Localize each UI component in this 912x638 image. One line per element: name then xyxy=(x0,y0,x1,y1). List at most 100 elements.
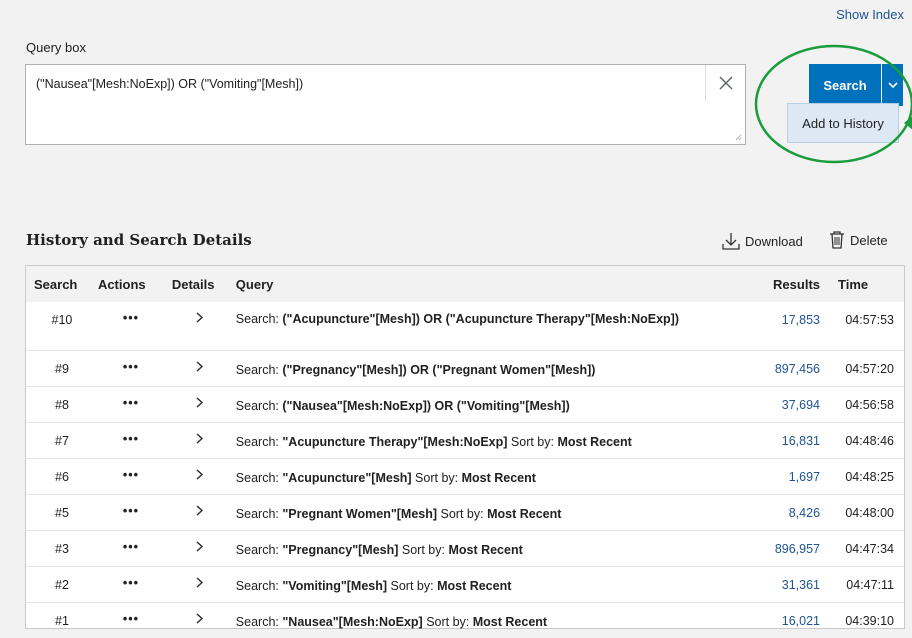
delete-button[interactable]: Delete xyxy=(829,231,888,249)
results-cell: 37,694 xyxy=(746,386,826,422)
results-count-link[interactable]: 896,957 xyxy=(775,542,820,556)
actions-menu[interactable]: ••• xyxy=(90,386,164,422)
history-title: History and Search Details xyxy=(26,231,252,249)
search-button[interactable]: Search xyxy=(809,64,881,106)
query-prefix: Search: xyxy=(235,470,283,485)
results-count-link[interactable]: 897,456 xyxy=(775,362,820,376)
actions-menu[interactable]: ••• xyxy=(90,602,164,638)
query-term: "Pregnancy"[Mesh] xyxy=(282,542,399,557)
query-cell: Search: "Pregnant Women"[Mesh] Sort by: … xyxy=(228,494,746,530)
details-toggle[interactable] xyxy=(164,422,228,458)
time-cell: 04:48:00 xyxy=(845,505,894,520)
search-number: #2 xyxy=(55,577,69,592)
results-count-link[interactable]: 8,426 xyxy=(789,506,820,520)
column-header-actions: Actions xyxy=(89,266,164,302)
sort-value: Most Recent xyxy=(472,614,548,629)
actions-menu[interactable]: ••• xyxy=(90,422,164,458)
time-cell: 04:57:20 xyxy=(845,361,894,376)
actions-menu[interactable]: ••• xyxy=(90,566,164,602)
actions-menu[interactable]: ••• xyxy=(90,530,164,566)
details-toggle[interactable] xyxy=(164,602,228,638)
query-term: "Vomiting"[Mesh] xyxy=(282,578,388,593)
query-input[interactable]: ("Nausea"[Mesh:NoExp]) OR ("Vomiting"[Me… xyxy=(36,77,303,91)
results-count-link[interactable]: 1,697 xyxy=(789,470,820,484)
results-count-link[interactable]: 31,361 xyxy=(782,578,820,592)
time-cell: 04:47:11 xyxy=(846,577,894,592)
details-toggle[interactable] xyxy=(164,350,228,386)
sort-label: Sort by: xyxy=(387,578,438,593)
details-toggle[interactable] xyxy=(164,302,228,350)
results-cell: 1,697 xyxy=(746,458,826,494)
results-count-link[interactable]: 37,694 xyxy=(782,398,820,412)
actions-menu[interactable]: ••• xyxy=(90,494,164,530)
trash-icon xyxy=(830,231,844,249)
search-number: #10 xyxy=(51,313,73,327)
table-row: #8 ••• Search: ("Nausea"[Mesh:NoExp]) OR… xyxy=(26,386,904,422)
sort-label: Sort by: xyxy=(411,470,462,485)
search-number: #1 xyxy=(55,613,69,628)
query-prefix: Search: xyxy=(235,542,283,557)
results-cell: 897,456 xyxy=(746,350,826,386)
search-options-toggle[interactable] xyxy=(882,64,903,106)
query-cell: Search: "Vomiting"[Mesh] Sort by: Most R… xyxy=(228,566,746,602)
clear-query-button[interactable] xyxy=(705,65,745,101)
details-toggle[interactable] xyxy=(164,386,228,422)
results-count-link[interactable]: 16,831 xyxy=(782,434,820,448)
details-toggle[interactable] xyxy=(164,566,228,602)
query-cell: Search: ("Acupuncture"[Mesh]) OR ("Acupu… xyxy=(228,302,746,350)
query-term: "Nausea"[Mesh:NoExp] xyxy=(282,614,423,629)
sort-label: Sort by: xyxy=(398,542,449,557)
actions-menu[interactable]: ••• xyxy=(90,458,164,494)
actions-menu[interactable]: ••• xyxy=(90,302,164,350)
close-icon xyxy=(719,76,732,90)
time-cell: 04:57:53 xyxy=(845,313,894,327)
results-cell: 31,361 xyxy=(746,566,826,602)
delete-label: Delete xyxy=(850,232,888,248)
query-cell: Search: "Pregnancy"[Mesh] Sort by: Most … xyxy=(228,530,746,566)
details-toggle[interactable] xyxy=(164,494,228,530)
table-row: #9 ••• Search: ("Pregnancy"[Mesh]) OR ("… xyxy=(26,350,904,386)
download-icon xyxy=(722,233,740,250)
query-cell: Search: ("Nausea"[Mesh:NoExp]) OR ("Vomi… xyxy=(228,386,746,422)
chevron-right-icon xyxy=(196,468,204,480)
show-index-link[interactable]: Show Index xyxy=(836,7,904,22)
query-term: "Pregnant Women"[Mesh] xyxy=(282,506,438,521)
query-prefix: Search: xyxy=(235,614,283,629)
sort-value: Most Recent xyxy=(437,578,512,593)
results-cell: 16,021 xyxy=(746,602,826,638)
results-count-link[interactable]: 17,853 xyxy=(782,313,820,327)
details-toggle[interactable] xyxy=(164,530,228,566)
chevron-right-icon xyxy=(196,432,204,444)
query-box[interactable]: ("Nausea"[Mesh:NoExp]) OR ("Vomiting"[Me… xyxy=(25,64,746,145)
sort-label: Sort by: xyxy=(507,434,558,449)
chevron-right-icon xyxy=(196,576,204,588)
chevron-down-icon xyxy=(887,81,898,88)
actions-menu[interactable]: ••• xyxy=(90,350,164,386)
query-cell: Search: "Acupuncture Therapy"[Mesh:NoExp… xyxy=(228,422,746,458)
query-prefix: Search: xyxy=(235,506,283,521)
add-to-history-button[interactable]: Add to History xyxy=(787,103,899,143)
resize-grip-icon[interactable] xyxy=(734,133,742,141)
column-header-search: Search xyxy=(26,266,90,302)
sort-value: Most Recent xyxy=(557,434,632,449)
query-term: ("Acupuncture"[Mesh]) OR ("Acupuncture T… xyxy=(282,312,679,326)
search-number: #6 xyxy=(55,469,69,484)
chevron-right-icon xyxy=(196,612,204,624)
sort-label: Sort by: xyxy=(422,614,473,629)
details-toggle[interactable] xyxy=(164,458,228,494)
query-term: ("Nausea"[Mesh:NoExp]) OR ("Vomiting"[Me… xyxy=(282,398,570,413)
chevron-right-icon xyxy=(196,360,204,372)
query-term: ("Pregnancy"[Mesh]) OR ("Pregnant Women"… xyxy=(282,362,596,377)
results-count-link[interactable]: 16,021 xyxy=(782,614,820,628)
history-table: Search Actions Details Query Results Tim… xyxy=(25,265,905,629)
column-header-details: Details xyxy=(163,266,228,302)
table-row: #5 ••• Search: "Pregnant Women"[Mesh] So… xyxy=(26,494,904,530)
download-button[interactable]: Download xyxy=(722,231,803,251)
table-row: #3 ••• Search: "Pregnancy"[Mesh] Sort by… xyxy=(26,530,904,566)
search-number: #9 xyxy=(55,361,69,376)
sort-value: Most Recent xyxy=(487,506,562,521)
results-cell: 896,957 xyxy=(746,530,826,566)
sort-value: Most Recent xyxy=(461,470,536,485)
column-header-time: Time xyxy=(826,266,904,302)
query-prefix: Search: xyxy=(235,362,283,377)
